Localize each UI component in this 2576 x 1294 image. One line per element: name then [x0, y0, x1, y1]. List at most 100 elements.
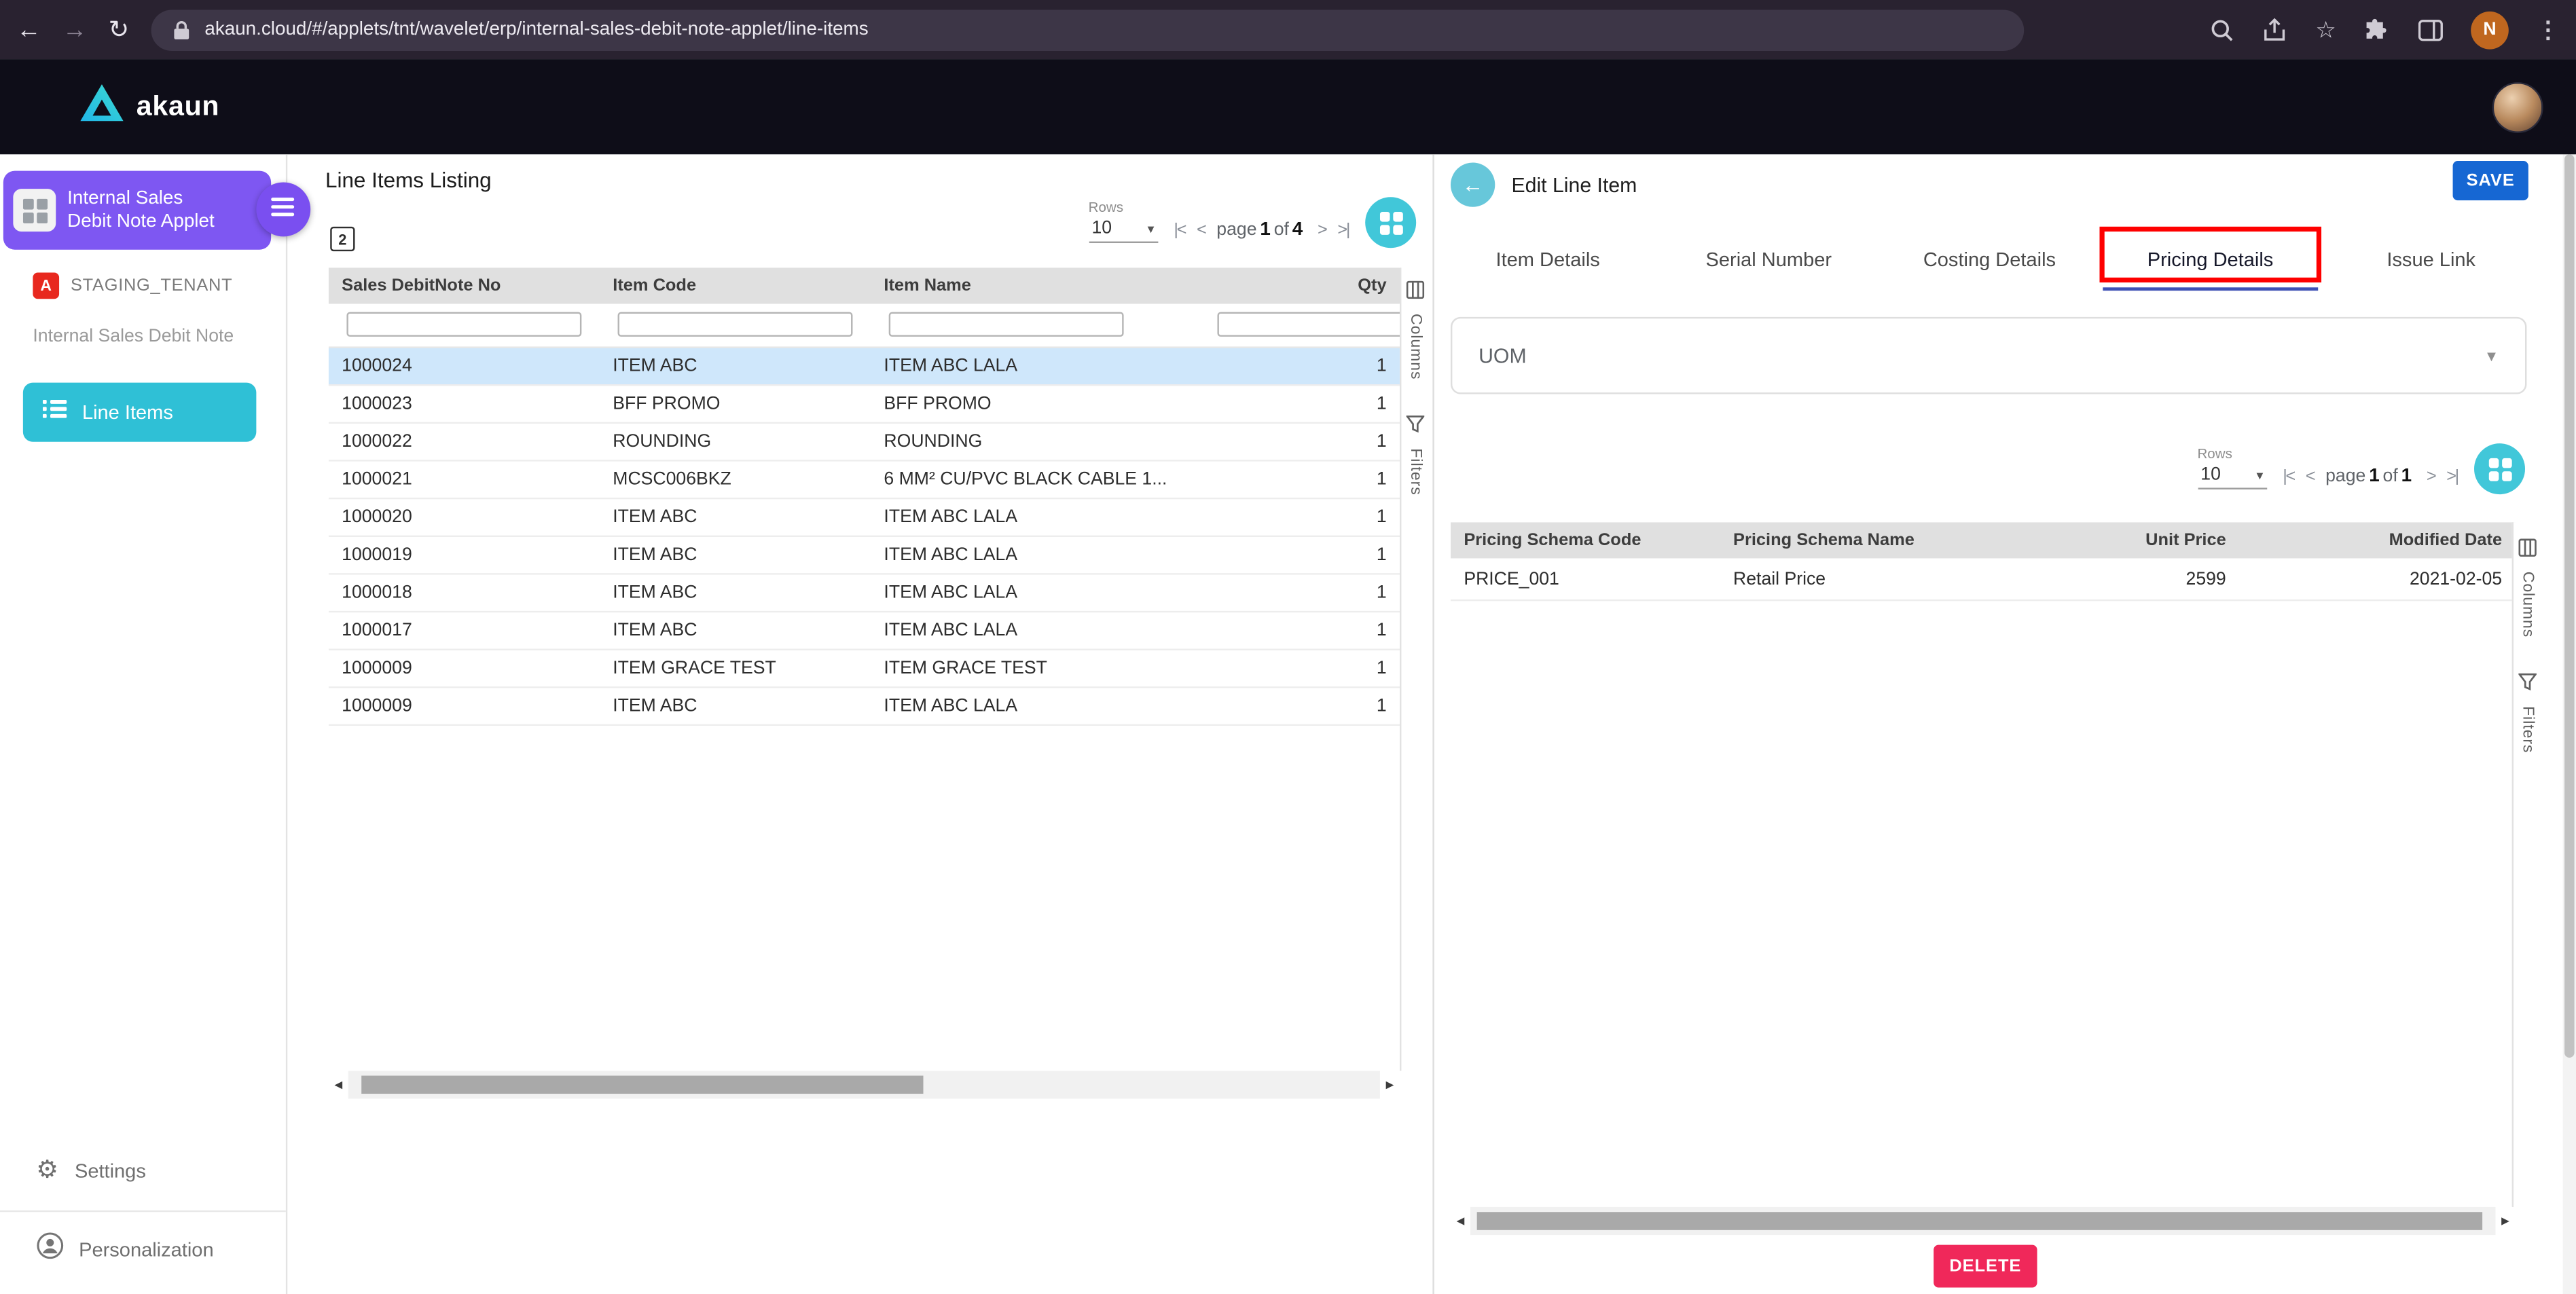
sidebar: Internal SalesDebit Note Applet A STAGIN… — [0, 154, 287, 1294]
table-row[interactable]: 1000018ITEM ABCITEM ABC LALA1 — [329, 575, 1400, 613]
brand-logo[interactable]: akaun — [79, 82, 219, 132]
table-row[interactable]: 1000023BFF PROMOBFF PROMO1 — [329, 386, 1400, 424]
last-page-button[interactable]: >| — [1337, 220, 1349, 240]
first-page-button[interactable]: |< — [2283, 466, 2294, 486]
column-header[interactable]: Pricing Schema Name — [1720, 522, 2039, 558]
tab-item-details[interactable]: Item Details — [1438, 233, 1658, 285]
scroll-right-icon[interactable]: ► — [1380, 1077, 1400, 1092]
browser-profile-avatar[interactable]: N — [2471, 11, 2509, 49]
table-row[interactable]: 1000009ITEM GRACE TESTITEM GRACE TEST1 — [329, 650, 1400, 688]
grid-view-button[interactable] — [1365, 197, 1416, 248]
scrollbar-thumb[interactable] — [361, 1075, 923, 1094]
scroll-right-icon[interactable]: ► — [2495, 1214, 2515, 1229]
columns-toggle[interactable]: Columns — [1401, 278, 1429, 380]
uom-select[interactable]: UOM ▼ — [1451, 317, 2526, 394]
sidebar-item-personalization[interactable]: Personalization — [36, 1232, 213, 1268]
table-row[interactable]: 1000024ITEM ABCITEM ABC LALA1 — [329, 348, 1400, 386]
extensions-puzzle-icon[interactable] — [2364, 16, 2391, 43]
delete-button[interactable]: DELETE — [1934, 1245, 2037, 1288]
browser-forward-icon[interactable]: → — [62, 17, 87, 41]
first-page-button[interactable]: |< — [1174, 220, 1185, 240]
scrollbar-track[interactable] — [348, 1071, 1380, 1098]
browser-back-icon[interactable]: ← — [16, 17, 41, 41]
prev-page-button[interactable]: < — [2306, 466, 2314, 486]
filter-input[interactable] — [1217, 312, 1400, 337]
address-bar[interactable]: akaun.cloud/#/applets/tnt/wavelet/erp/in… — [151, 9, 2024, 50]
page-scrollbar-thumb[interactable] — [2564, 154, 2575, 1057]
user-avatar[interactable] — [2492, 81, 2543, 132]
table-row[interactable]: 1000017ITEM ABCITEM ABC LALA1 — [329, 612, 1400, 650]
tab-serial-number[interactable]: Serial Number — [1658, 233, 1879, 285]
filter-input[interactable] — [889, 312, 1124, 337]
column-header[interactable]: Item Code — [600, 267, 871, 303]
table-header-row: Pricing Schema CodePricing Schema NameUn… — [1451, 522, 2516, 558]
rows-per-page-select[interactable]: 10 ▾ — [2197, 465, 2266, 489]
tab-pricing-details[interactable]: Pricing Details — [2100, 233, 2321, 285]
search-icon[interactable] — [2211, 17, 2235, 41]
column-header[interactable]: Unit Price — [2039, 522, 2239, 558]
table-cell: 1000023 — [329, 386, 600, 422]
filters-toggle[interactable]: Filters — [1401, 412, 1429, 496]
brand-triangle-icon — [79, 82, 125, 132]
table-cell: BFF PROMO — [600, 386, 871, 422]
grid-icon — [2488, 458, 2511, 481]
table-row[interactable]: 1000009ITEM ABCITEM ABC LALA1 — [329, 688, 1400, 726]
prev-page-button[interactable]: < — [1197, 220, 1205, 240]
page-scrollbar[interactable] — [2563, 154, 2576, 1294]
column-header[interactable]: Item Name — [871, 267, 1199, 303]
table-row[interactable]: 1000019ITEM ABCITEM ABC LALA1 — [329, 537, 1400, 575]
grid-view-button[interactable] — [2474, 443, 2525, 494]
table-row[interactable]: PRICE_001Retail Price25992021-02-05 — [1451, 558, 2516, 601]
sidebar-module-label[interactable]: Internal Sales Debit Note — [33, 327, 234, 346]
sidebar-item-line-items[interactable]: Line Items — [23, 383, 256, 442]
filter-row — [329, 304, 1400, 348]
next-page-button[interactable]: > — [2427, 466, 2435, 486]
tab-label: Item Details — [1496, 248, 1600, 271]
tab-costing-details[interactable]: Costing Details — [1879, 233, 2100, 285]
table-row[interactable]: 1000022ROUNDINGROUNDING1 — [329, 424, 1400, 462]
browser-reload-icon[interactable]: ↻ — [109, 17, 129, 41]
sidebar-item-applet[interactable]: Internal SalesDebit Note Applet — [3, 171, 271, 250]
filter-input[interactable] — [346, 312, 581, 337]
table-row[interactable]: 1000020ITEM ABCITEM ABC LALA1 — [329, 499, 1400, 537]
column-header[interactable]: Pricing Schema Code — [1451, 522, 1720, 558]
applet-icon — [13, 189, 56, 232]
listing-pagination: |< < page1of4 > >| — [1174, 220, 1349, 240]
bookmark-star-icon[interactable]: ☆ — [2315, 16, 2336, 43]
save-button[interactable]: SAVE — [2453, 161, 2528, 200]
tab-issue-link[interactable]: Issue Link — [2321, 233, 2541, 285]
table-cell: 6 MM² CU/PVC BLACK CABLE 1... — [871, 462, 1199, 498]
scrollbar-track[interactable] — [1470, 1207, 2495, 1235]
columns-icon — [1407, 278, 1425, 308]
back-button[interactable]: ← — [1451, 162, 1495, 206]
collapse-menu-button[interactable] — [256, 183, 310, 237]
table-row[interactable]: 1000021MCSC006BKZ6 MM² CU/PVC BLACK CABL… — [329, 462, 1400, 500]
filters-toggle[interactable]: Filters — [2514, 670, 2541, 754]
duplicate-window-icon[interactable]: 2 — [330, 227, 355, 251]
rows-per-page-select[interactable]: 10 ▾ — [1089, 219, 1158, 243]
columns-toggle[interactable]: Columns — [2514, 536, 2541, 638]
next-page-button[interactable]: > — [1318, 220, 1326, 240]
side-panel-icon[interactable] — [2418, 19, 2443, 40]
filter-cell — [1199, 304, 1400, 347]
scrollbar-thumb[interactable] — [1477, 1212, 2482, 1230]
sidebar-item-tenant[interactable]: A STAGING_TENANT — [33, 273, 232, 299]
hamburger-icon — [271, 195, 295, 225]
scroll-left-icon[interactable]: ◄ — [1451, 1214, 1470, 1229]
filter-input[interactable] — [618, 312, 853, 337]
personalization-label: Personalization — [79, 1238, 214, 1261]
last-page-button[interactable]: >| — [2446, 466, 2458, 486]
back-arrow-icon: ← — [1462, 172, 1483, 197]
scroll-left-icon[interactable]: ◄ — [329, 1077, 348, 1092]
column-header[interactable]: Qty — [1199, 267, 1400, 303]
share-icon[interactable] — [2263, 17, 2287, 41]
table-cell: Retail Price — [1720, 558, 2039, 599]
browser-menu-icon[interactable]: ⋮ — [2537, 16, 2560, 43]
sidebar-item-settings[interactable]: ⚙ Settings — [36, 1158, 146, 1182]
filter-cell — [329, 304, 600, 347]
table-cell: ITEM ABC LALA — [871, 612, 1199, 648]
column-header[interactable]: Modified Date — [2239, 522, 2515, 558]
gear-icon: ⚙ — [36, 1158, 58, 1182]
table-cell: ITEM ABC LALA — [871, 575, 1199, 611]
column-header[interactable]: Sales DebitNote No — [329, 267, 600, 303]
